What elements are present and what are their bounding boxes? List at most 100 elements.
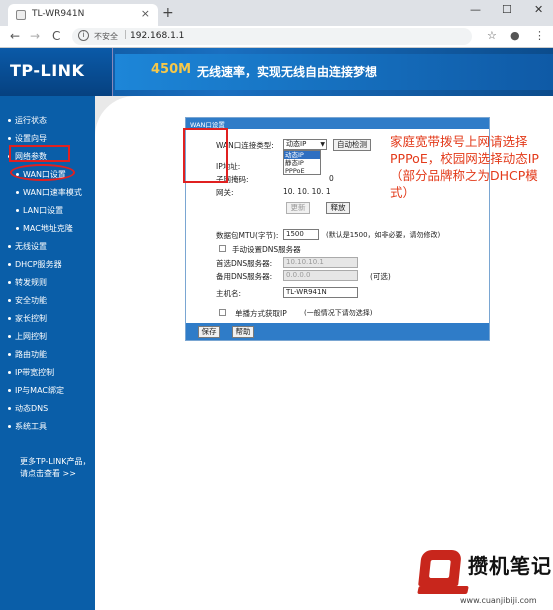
tab-close-icon[interactable]: ×	[141, 7, 150, 20]
release-button[interactable]: 释放	[326, 202, 350, 214]
sidebar-item-label: 家长控制	[15, 314, 47, 323]
sidebar-item-label: 设置向导	[15, 134, 47, 143]
back-icon[interactable]: ←	[10, 29, 20, 43]
url-text[interactable]: 192.168.1.1	[130, 31, 184, 41]
secondary-dns-label: 备用DNS服务器:	[216, 272, 273, 281]
sidebar-item-parental[interactable]: 家长控制	[8, 313, 47, 324]
sidebar-item-setup-wizard[interactable]: 设置向导	[8, 133, 47, 144]
sidebar-item-status[interactable]: 运行状态	[8, 115, 47, 126]
option-pppoe[interactable]: PPPoE	[284, 167, 320, 175]
bullet-icon	[8, 425, 11, 428]
slogan-banner: 450M 无线速率，实现无线自由连接梦想	[115, 54, 553, 90]
sidebar-item-label: MAC地址克隆	[23, 224, 73, 233]
sidebar-item-forwarding[interactable]: 转发规则	[8, 277, 47, 288]
bullet-icon	[8, 389, 11, 392]
gateway-value: 10. 10. 10. 1	[283, 187, 331, 196]
primary-dns-label: 首选DNS服务器:	[216, 259, 273, 268]
sidebar-item-wan-rate[interactable]: WAN口速率模式	[16, 187, 82, 198]
option-dynamic-ip[interactable]: 动态IP	[284, 151, 320, 159]
reload-icon[interactable]: C	[52, 29, 60, 43]
sidebar-item-dhcp[interactable]: DHCP服务器	[8, 259, 62, 270]
bullet-icon	[8, 119, 11, 122]
option-static-ip[interactable]: 静态IP	[284, 159, 320, 167]
bookmark-star-icon[interactable]: ☆	[487, 29, 497, 42]
slogan-speed: 450M	[151, 62, 192, 77]
info-icon[interactable]: i	[78, 30, 89, 41]
renew-button[interactable]: 更新	[286, 202, 310, 214]
sidebar-item-label: 转发规则	[15, 278, 47, 287]
mtu-input[interactable]: 1500	[283, 229, 319, 240]
address-bar[interactable]: i 不安全 | 192.168.1.1	[72, 28, 472, 45]
more-products-link[interactable]: 更多TP-LINK产品， 请点击查看 >>	[20, 456, 90, 480]
bullet-icon	[16, 191, 19, 194]
sidebar-item-mac-clone[interactable]: MAC地址克隆	[16, 223, 73, 234]
sidebar-item-bandwidth[interactable]: IP带宽控制	[8, 367, 54, 378]
bullet-icon	[8, 335, 11, 338]
sidebar-item-lan[interactable]: LAN口设置	[16, 205, 63, 216]
sidebar-item-ddns[interactable]: 动态DNS	[8, 403, 48, 414]
save-button[interactable]: 保存	[198, 326, 220, 338]
browser-menu-icon[interactable]: ⋮	[534, 29, 545, 42]
help-button[interactable]: 帮助	[232, 326, 254, 338]
hostname-input[interactable]: TL-WR941N	[283, 287, 358, 298]
sidebar-item-routing[interactable]: 路由功能	[8, 349, 47, 360]
browser-tab-bar: TL-WR941N × + — ☐ ✕	[0, 0, 553, 26]
highlight-oval-wan	[10, 164, 75, 181]
account-icon[interactable]: ●	[510, 29, 520, 42]
sidebar-item-label: 安全功能	[15, 296, 47, 305]
window-maximize-icon[interactable]: ☐	[502, 3, 512, 16]
sidebar-item-ip-mac-binding[interactable]: IP与MAC绑定	[8, 385, 64, 396]
bullet-icon	[8, 137, 11, 140]
logo-area: TP-LINK	[0, 48, 113, 96]
subnet-mask-value: 0	[329, 174, 334, 183]
tab-title: TL-WR941N	[32, 9, 85, 19]
annotation-text: 家庭宽带拨号上网请选择PPPoE，校园网选择动态IP（部分品牌称之为DHCP模式…	[390, 134, 539, 200]
sidebar-item-label: 上网控制	[15, 332, 47, 341]
bullet-icon	[8, 299, 11, 302]
bullet-icon	[8, 353, 11, 356]
sidebar-item-system-tools[interactable]: 系统工具	[8, 421, 47, 432]
highlight-box-network	[9, 145, 70, 162]
sidebar-item-label: IP带宽控制	[15, 368, 55, 377]
sidebar-item-label: DHCP服务器	[15, 260, 62, 269]
sidebar-item-access-control[interactable]: 上网控制	[8, 331, 47, 342]
mtu-label: 数据包MTU(字节):	[216, 231, 279, 240]
new-tab-icon[interactable]: +	[162, 5, 174, 21]
window-minimize-icon[interactable]: —	[470, 3, 481, 16]
sidebar-item-label: LAN口设置	[23, 206, 64, 215]
primary-dns-input[interactable]: 10.10.10.1	[283, 257, 358, 268]
bullet-icon	[8, 407, 11, 410]
sidebar-item-label: 无线设置	[15, 242, 47, 251]
bullet-icon	[8, 371, 11, 374]
secondary-dns-hint: (可选)	[370, 272, 391, 281]
auto-detect-button[interactable]: 自动检测	[333, 139, 371, 151]
sidebar-menu: 运行状态 设置向导 网络参数 WAN口设置 WAN口速率模式 LAN口设置 MA…	[0, 96, 95, 610]
mtu-hint: (默认是1500，如非必要，请勿修改)	[326, 231, 441, 239]
slogan-text: 无线速率，实现无线自由连接梦想	[197, 65, 378, 79]
dropdown-arrow-icon: ▼	[320, 141, 325, 148]
insecure-label: 不安全	[94, 32, 118, 41]
watermark: 攒机笔记 www.cuanjibiji.com	[417, 546, 553, 610]
bullet-icon	[8, 245, 11, 248]
watermark-monitor-icon	[418, 550, 462, 586]
router-header: TP-LINK 450M 无线速率，实现无线自由连接梦想	[0, 48, 553, 96]
forward-icon[interactable]: →	[30, 29, 40, 43]
sidebar-item-label: IP与MAC绑定	[15, 386, 65, 395]
hostname-label: 主机名:	[216, 289, 242, 298]
browser-tab[interactable]: TL-WR941N ×	[8, 4, 158, 26]
wan-type-select[interactable]: 动态IP ▼	[283, 139, 327, 150]
manual-dns-label: 手动设置DNS服务器	[232, 245, 301, 254]
unicast-hint: (一般情况下请勿选择)	[304, 309, 373, 317]
window-close-icon[interactable]: ✕	[534, 3, 543, 16]
sidebar-item-wireless[interactable]: 无线设置	[8, 241, 47, 252]
secondary-dns-input[interactable]: 0.0.0.0	[283, 270, 358, 281]
manual-dns-checkbox[interactable]	[219, 245, 226, 252]
bullet-icon	[8, 281, 11, 284]
sidebar-item-label: 动态DNS	[15, 404, 49, 413]
watermark-monitor-base	[417, 586, 469, 594]
wan-type-options[interactable]: 动态IP 静态IP PPPoE	[283, 150, 321, 175]
sidebar-item-security[interactable]: 安全功能	[8, 295, 47, 306]
unicast-checkbox[interactable]	[219, 309, 226, 316]
sidebar-item-label: WAN口速率模式	[23, 188, 82, 197]
sidebar-item-label: 运行状态	[15, 116, 47, 125]
